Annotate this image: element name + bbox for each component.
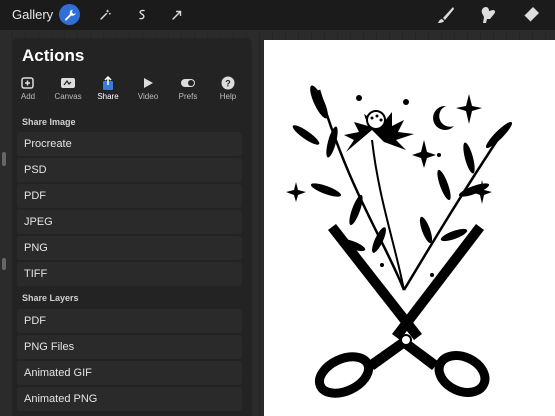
transform-arrow-icon[interactable]: [166, 4, 187, 25]
share-procreate-item[interactable]: Procreate: [17, 132, 242, 156]
artwork-illustration: [286, 85, 513, 398]
tab-prefs[interactable]: Prefs: [168, 76, 208, 106]
tab-add-label: Add: [20, 92, 36, 101]
side-rail[interactable]: [0, 100, 8, 280]
tab-canvas[interactable]: Canvas: [48, 76, 88, 106]
play-icon: [140, 76, 156, 90]
share-image-heading: Share Image: [22, 117, 76, 127]
panel-title: Actions: [22, 46, 85, 65]
share-tiff-item[interactable]: TIFF: [17, 262, 242, 286]
share-psd-item[interactable]: PSD: [17, 158, 242, 182]
wrench-icon[interactable]: [59, 4, 80, 25]
tab-video-label: Video: [137, 92, 159, 101]
share-png-item[interactable]: PNG: [17, 236, 242, 260]
layers-pdf-item[interactable]: PDF: [17, 309, 242, 333]
eraser-icon[interactable]: [521, 5, 541, 25]
tab-video[interactable]: Video: [128, 76, 168, 106]
canvas-icon: [60, 76, 76, 90]
share-icon: [100, 75, 116, 90]
tab-help-label: Help: [219, 92, 237, 101]
layers-animated-png-item[interactable]: Animated PNG: [17, 387, 242, 411]
actions-panel: Actions Add Canvas Share Video Prefs ? H…: [12, 38, 252, 416]
add-image-icon: [20, 76, 36, 90]
tab-canvas-label: Canvas: [54, 92, 82, 101]
toggle-icon: [180, 76, 196, 90]
layers-animated-gif-item[interactable]: Animated GIF: [17, 361, 242, 385]
smudge-icon[interactable]: [478, 5, 498, 25]
top-toolbar: Gallery: [0, 0, 555, 30]
share-layers-heading: Share Layers: [22, 293, 79, 303]
tab-share-label: Share: [97, 92, 119, 101]
gallery-button[interactable]: Gallery: [12, 7, 53, 22]
size-slider-handle[interactable]: [2, 152, 6, 166]
tab-add[interactable]: Add: [12, 76, 48, 106]
opacity-slider-handle[interactable]: [2, 258, 6, 270]
brush-icon[interactable]: [436, 5, 456, 25]
tab-help[interactable]: ? Help: [208, 76, 248, 106]
share-jpeg-item[interactable]: JPEG: [17, 210, 242, 234]
tab-prefs-label: Prefs: [178, 92, 198, 101]
help-icon: ?: [220, 76, 236, 90]
action-tabs: Add Canvas Share Video Prefs ? Help: [12, 75, 252, 106]
drawing-canvas[interactable]: [264, 40, 555, 416]
share-pdf-item[interactable]: PDF: [17, 184, 242, 208]
tab-share[interactable]: Share: [88, 75, 128, 106]
svg-text:?: ?: [225, 79, 231, 89]
selection-icon[interactable]: [131, 4, 152, 25]
layers-png-files-item[interactable]: PNG Files: [17, 335, 242, 359]
magic-wand-icon[interactable]: [94, 4, 115, 25]
